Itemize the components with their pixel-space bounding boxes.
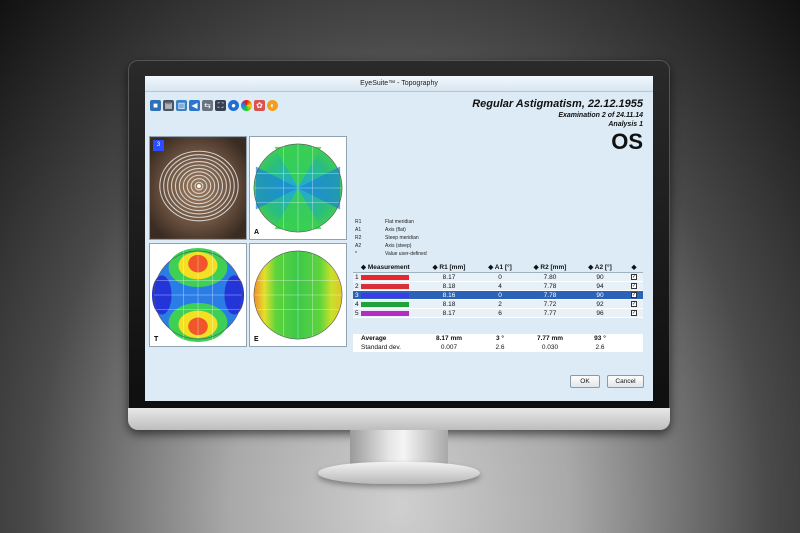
- measurement-color: [361, 300, 423, 308]
- map-grid: 3 A T E: [149, 136, 349, 348]
- row-number: 3: [355, 292, 359, 299]
- a1-value: 0: [498, 292, 502, 299]
- average-row: Average 8.17 mm 3 ° 7.77 mm 93 °: [361, 335, 606, 342]
- row-number: 4: [355, 301, 359, 308]
- legend: R1 Flat meridian A1 Axis (flat) R2 Steep me…: [355, 218, 427, 258]
- legend-row: A2 Axis (steep): [355, 243, 412, 249]
- tangential-map-plot: [151, 247, 245, 343]
- measurement-color: [361, 291, 423, 299]
- monitor-stand-base: [318, 462, 480, 484]
- help-icon[interactable]: ◐: [267, 100, 278, 111]
- a1-value: 2: [498, 301, 502, 308]
- row-checkbox[interactable]: ✓: [631, 292, 637, 299]
- stddev-row: Standard dev. 0.007 2.6 0.030 2.6: [361, 344, 605, 351]
- table-row[interactable]: 2 8.18 4 7.78 94 ✓: [353, 282, 643, 291]
- measurement-color-bar: [361, 283, 409, 289]
- a2-value: 92: [596, 301, 604, 308]
- table-header: ◆ Measurement ◆ R1 [mm] ◆ A1 [°] ◆ R2 [m…: [353, 262, 643, 273]
- axial-map-label: A: [254, 229, 260, 236]
- back-icon[interactable]: ◀: [189, 100, 200, 111]
- r2-value: 7.80: [543, 274, 557, 281]
- table-row[interactable]: 5 8.17 6 7.77 96 ✓: [353, 309, 643, 318]
- placido-photo[interactable]: 3: [149, 136, 247, 240]
- elevation-map-plot: [253, 250, 343, 340]
- eye-icon[interactable]: ●: [228, 100, 239, 111]
- r2-value: 7.78: [543, 283, 557, 290]
- table-row[interactable]: 3 8.16 0 7.78 90 ✓: [353, 291, 643, 300]
- a1-value: 6: [498, 310, 502, 317]
- row-checkbox[interactable]: ✓: [631, 310, 637, 317]
- col-a1[interactable]: ◆ A1 [°]: [475, 262, 525, 272]
- col-r1[interactable]: ◆ R1 [mm]: [423, 262, 475, 272]
- r1-value: 8.16: [442, 292, 456, 299]
- measurement-color-bar: [361, 292, 409, 298]
- measurement-color: [361, 273, 423, 281]
- print-icon[interactable]: ▤: [163, 100, 174, 111]
- col-a2[interactable]: ◆ A2 [°]: [575, 262, 625, 272]
- a1-value: 0: [498, 274, 502, 281]
- a2-value: 94: [596, 283, 604, 290]
- row-checkbox[interactable]: ✓: [631, 283, 637, 290]
- patient-line: Regular Astigmatism, 22.12.1955: [472, 98, 643, 110]
- axial-map-plot: [253, 143, 343, 233]
- legend-row: R2 Steep meridian: [355, 235, 419, 241]
- measurement-color-bar: [361, 310, 409, 316]
- row-number: 1: [355, 274, 359, 281]
- tangential-map[interactable]: T: [149, 243, 247, 347]
- elevation-map-label: E: [254, 336, 259, 343]
- nav-icon[interactable]: ⇆: [202, 100, 213, 111]
- col-select[interactable]: ◆: [625, 262, 643, 272]
- row-number: 5: [355, 310, 359, 317]
- row-checkbox[interactable]: ✓: [631, 274, 637, 281]
- a2-value: 96: [596, 310, 604, 317]
- a2-value: 90: [596, 292, 604, 299]
- legend-row: R1 Flat meridian: [355, 219, 414, 225]
- measurement-color-bar: [361, 301, 409, 307]
- monitor-chin: [128, 408, 670, 430]
- exam-header: Regular Astigmatism, 22.12.1955 Examinat…: [472, 98, 643, 155]
- examination-line: Examination 2 of 24.11.14: [558, 112, 643, 119]
- monitor-stand-neck: [350, 430, 448, 466]
- settings-icon[interactable]: ✿: [254, 100, 265, 111]
- a2-value: 90: [596, 274, 604, 281]
- elevation-map[interactable]: E: [249, 243, 347, 347]
- cancel-button[interactable]: Cancel: [607, 375, 644, 388]
- r2-value: 7.72: [543, 301, 557, 308]
- a1-value: 4: [498, 283, 502, 290]
- col-measurement[interactable]: ◆ Measurement: [361, 262, 423, 272]
- measurement-color: [361, 282, 423, 290]
- color-wheel-icon[interactable]: [241, 100, 252, 111]
- ok-button[interactable]: OK: [570, 375, 600, 388]
- table-body: 1 8.17 0 7.80 90 ✓ 2 8.18 4 7.78 94 ✓ 3 8.16 0 7.78 90 ✓ 4…: [353, 273, 643, 318]
- axial-map[interactable]: A: [249, 136, 347, 240]
- r1-value: 8.18: [442, 301, 456, 308]
- measurement-table: ◆ Measurement ◆ R1 [mm] ◆ A1 [°] ◆ R2 [m…: [353, 262, 643, 318]
- print-preview-icon[interactable]: ▥: [176, 100, 187, 111]
- save-icon[interactable]: ■: [150, 100, 161, 111]
- fit-icon[interactable]: ⛶: [215, 100, 226, 111]
- tangential-map-label: T: [154, 336, 159, 343]
- summary-block: Average 8.17 mm 3 ° 7.77 mm 93 ° Standar…: [353, 334, 643, 352]
- r2-value: 7.77: [543, 310, 557, 317]
- col-r2[interactable]: ◆ R2 [mm]: [525, 262, 575, 272]
- r1-value: 8.17: [442, 274, 456, 281]
- placido-image: [150, 137, 246, 239]
- legend-row: A1 Axis (flat): [355, 227, 406, 233]
- measurement-color: [361, 309, 423, 317]
- legend-row: * Value user-defined: [355, 251, 427, 257]
- table-row[interactable]: 1 8.17 0 7.80 90 ✓: [353, 273, 643, 282]
- measurement-color-bar: [361, 274, 409, 280]
- row-number: 2: [355, 283, 359, 290]
- eye-side-label: OS: [611, 129, 643, 154]
- measurement-badge: 3: [153, 140, 164, 151]
- r1-value: 8.18: [442, 283, 456, 290]
- window-title: EyeSuite™ - Topography: [145, 76, 653, 92]
- toolbar: ■ ▤ ▥ ◀ ⇆ ⛶ ● ✿ ◐: [150, 100, 278, 111]
- row-checkbox[interactable]: ✓: [631, 301, 637, 308]
- table-row[interactable]: 4 8.18 2 7.72 92 ✓: [353, 300, 643, 309]
- analysis-line: Analysis 1: [608, 121, 643, 128]
- r1-value: 8.17: [442, 310, 456, 317]
- app-window: EyeSuite™ - Topography ■ ▤ ▥ ◀ ⇆ ⛶ ● ✿ ◐…: [145, 76, 653, 401]
- r2-value: 7.78: [543, 292, 557, 299]
